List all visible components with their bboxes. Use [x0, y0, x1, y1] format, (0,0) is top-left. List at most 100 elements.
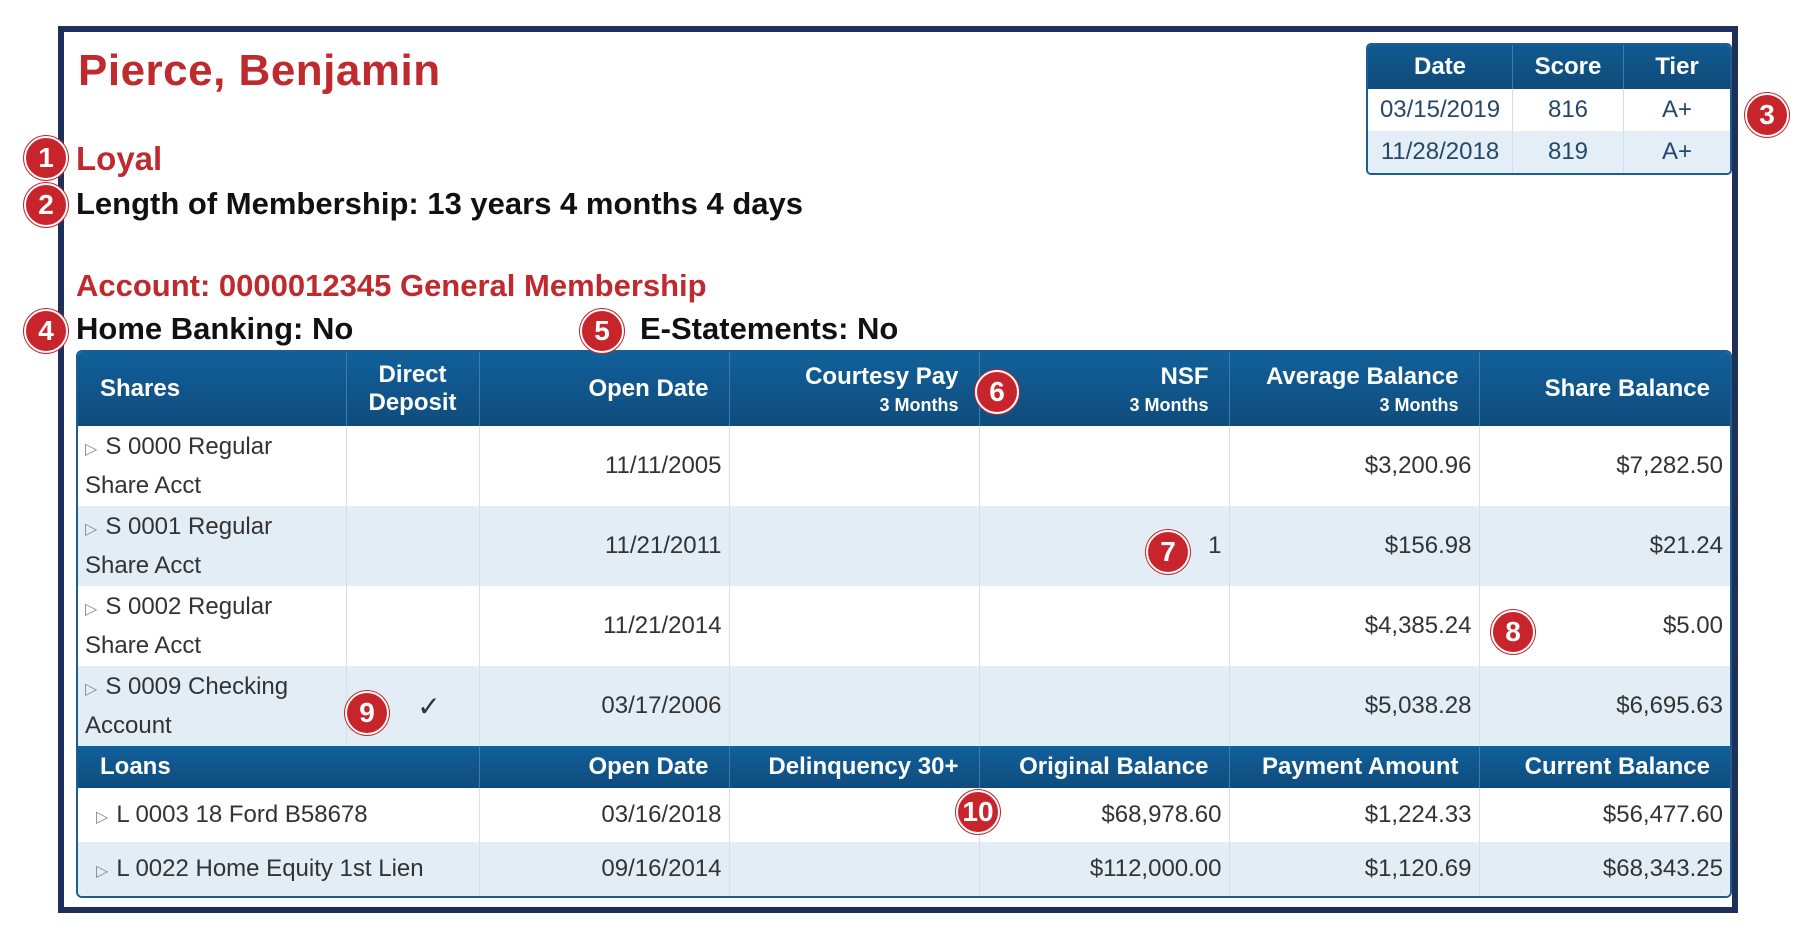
callout-badge-8: 8	[1491, 610, 1535, 654]
nsf-cell	[978, 586, 1229, 666]
share-name-line2: Share Acct	[85, 551, 202, 579]
open-date-cell: 11/21/2011	[478, 506, 729, 586]
accounts-table: Shares Direct Deposit Open Date Courtesy…	[76, 350, 1732, 898]
credit-score-table: Date Score Tier 03/15/2019 816 A+ 11/28/…	[1366, 43, 1732, 175]
original-balance-cell: $68,978.60	[978, 788, 1229, 842]
expand-triangle-icon[interactable]: ▷	[85, 681, 97, 698]
score-value: 816	[1512, 89, 1624, 131]
share-balance-header[interactable]: Share Balance	[1478, 352, 1730, 426]
nsf-header-sub: 3 Months	[1129, 394, 1209, 415]
share-name-line1: S 0000 Regular	[105, 432, 273, 460]
open-date-cell: 11/11/2005	[478, 426, 729, 506]
share-name-line2: Account	[85, 711, 172, 739]
courtesy-pay-cell	[728, 426, 979, 506]
courtesy-pay-header-label: Courtesy Pay	[805, 362, 959, 390]
direct-deposit-header[interactable]: Direct Deposit	[345, 352, 479, 426]
nsf-cell	[978, 426, 1229, 506]
current-balance-cell: $56,477.60	[1478, 788, 1730, 842]
direct-deposit-cell	[345, 506, 479, 586]
loan-open-date-header[interactable]: Open Date	[478, 746, 729, 788]
average-balance-header[interactable]: Average Balance 3 Months	[1228, 352, 1479, 426]
direct-deposit-cell	[345, 586, 479, 666]
expand-triangle-icon[interactable]: ▷	[96, 809, 108, 826]
delinquency-header[interactable]: Delinquency 30+	[728, 746, 979, 788]
callout-badge-1: 1	[24, 136, 68, 180]
share-balance-cell: $7,282.50	[1478, 426, 1730, 506]
courtesy-pay-header[interactable]: Courtesy Pay 3 Months	[728, 352, 979, 426]
share-name-cell[interactable]: ▷ S 0000 Regular Share Acct	[78, 426, 346, 506]
share-name-line1: S 0001 Regular	[105, 512, 273, 540]
loan-name-cell[interactable]: ▷ L 0003 18 Ford B58678	[78, 788, 479, 842]
score-tier: A+	[1623, 131, 1730, 173]
shares-header-row: Shares Direct Deposit Open Date Courtesy…	[78, 352, 1730, 426]
average-balance-cell: $5,038.28	[1228, 666, 1479, 746]
share-name-line2: Share Acct	[85, 471, 202, 499]
loans-header-row: Loans Open Date Delinquency 30+ Original…	[78, 746, 1730, 788]
table-row: 11/28/2018 819 A+	[1368, 131, 1730, 173]
nsf-header-label: NSF	[1160, 362, 1209, 390]
expand-triangle-icon[interactable]: ▷	[85, 601, 97, 618]
nsf-cell: 1	[978, 506, 1229, 586]
average-balance-cell: $4,385.24	[1228, 586, 1479, 666]
loans-header[interactable]: Loans	[78, 746, 479, 788]
table-row[interactable]: ▷ S 0009 Checking Account ✓ 03/17/2006 $5…	[78, 666, 1730, 746]
score-header-date: Date	[1368, 45, 1513, 89]
original-balance-header[interactable]: Original Balance	[978, 746, 1229, 788]
loan-name-cell[interactable]: ▷ L 0022 Home Equity 1st Lien	[78, 842, 479, 896]
share-name-line1: S 0009 Checking	[105, 672, 289, 700]
direct-deposit-cell	[345, 426, 479, 506]
e-statements-status: E-Statements: No	[640, 311, 899, 346]
current-balance-header[interactable]: Current Balance	[1478, 746, 1730, 788]
payment-amount-cell: $1,224.33	[1228, 788, 1479, 842]
callout-badge-6: 6	[975, 370, 1019, 414]
original-balance-cell: $112,000.00	[978, 842, 1229, 896]
current-balance-cell: $68,343.25	[1478, 842, 1730, 896]
expand-triangle-icon[interactable]: ▷	[96, 863, 108, 880]
direct-deposit-header-line2: Deposit	[368, 389, 457, 416]
expand-triangle-icon[interactable]: ▷	[85, 521, 97, 538]
share-name-cell[interactable]: ▷ S 0009 Checking Account	[78, 666, 346, 746]
score-header-tier: Tier	[1623, 45, 1730, 89]
shares-header[interactable]: Shares	[78, 352, 346, 426]
expand-triangle-icon[interactable]: ▷	[85, 441, 97, 458]
share-balance-cell: $6,695.63	[1478, 666, 1730, 746]
share-name-line1: S 0002 Regular	[105, 592, 273, 620]
open-date-cell: 11/21/2014	[478, 586, 729, 666]
loan-name: L 0003 18 Ford B58678	[116, 801, 368, 828]
table-row[interactable]: ▷ S 0000 Regular Share Acct 11/11/2005 $3…	[78, 426, 1730, 506]
direct-deposit-header-line1: Direct	[378, 361, 447, 388]
callout-badge-3: 3	[1745, 93, 1789, 137]
score-tier: A+	[1661, 96, 1693, 123]
score-date: 11/28/2018	[1368, 131, 1513, 173]
callout-badge-5: 5	[580, 309, 624, 353]
table-row[interactable]: ▷ S 0002 Regular Share Acct 11/21/2014 $4…	[78, 586, 1730, 666]
share-name-cell[interactable]: ▷ S 0001 Regular Share Acct	[78, 506, 346, 586]
score-header-score: Score	[1512, 45, 1624, 89]
courtesy-pay-cell	[728, 506, 979, 586]
loan-open-date-cell: 09/16/2014	[478, 842, 729, 896]
score-value: 819	[1512, 131, 1624, 173]
home-banking-status: Home Banking: No	[76, 311, 354, 346]
courtesy-pay-cell	[728, 666, 979, 746]
share-name-line2: Share Acct	[85, 631, 202, 659]
account-title: Account: 0000012345 General Membership	[76, 268, 707, 303]
open-date-header[interactable]: Open Date	[478, 352, 729, 426]
courtesy-pay-header-sub: 3 Months	[879, 394, 959, 415]
nsf-cell	[978, 666, 1229, 746]
callout-badge-2: 2	[24, 183, 68, 227]
payment-amount-header[interactable]: Payment Amount	[1228, 746, 1479, 788]
loan-name: L 0022 Home Equity 1st Lien	[116, 855, 424, 882]
table-row[interactable]: ▷ S 0001 Regular Share Acct 11/21/2011 1 …	[78, 506, 1730, 586]
average-balance-cell: $3,200.96	[1228, 426, 1479, 506]
share-balance-cell: $21.24	[1478, 506, 1730, 586]
table-row[interactable]: ▷ L 0022 Home Equity 1st Lien 09/16/2014 …	[78, 842, 1730, 896]
callout-badge-9: 9	[345, 691, 389, 735]
average-balance-header-label: Average Balance	[1265, 362, 1459, 390]
open-date-cell: 03/17/2006	[478, 666, 729, 746]
callout-badge-10: 10	[956, 790, 1000, 834]
share-name-cell[interactable]: ▷ S 0002 Regular Share Acct	[78, 586, 346, 666]
callout-badge-4: 4	[24, 309, 68, 353]
delinquency-cell	[728, 842, 979, 896]
table-row[interactable]: ▷ L 0003 18 Ford B58678 03/16/2018 $68,97…	[78, 788, 1730, 842]
loan-open-date-cell: 03/16/2018	[478, 788, 729, 842]
